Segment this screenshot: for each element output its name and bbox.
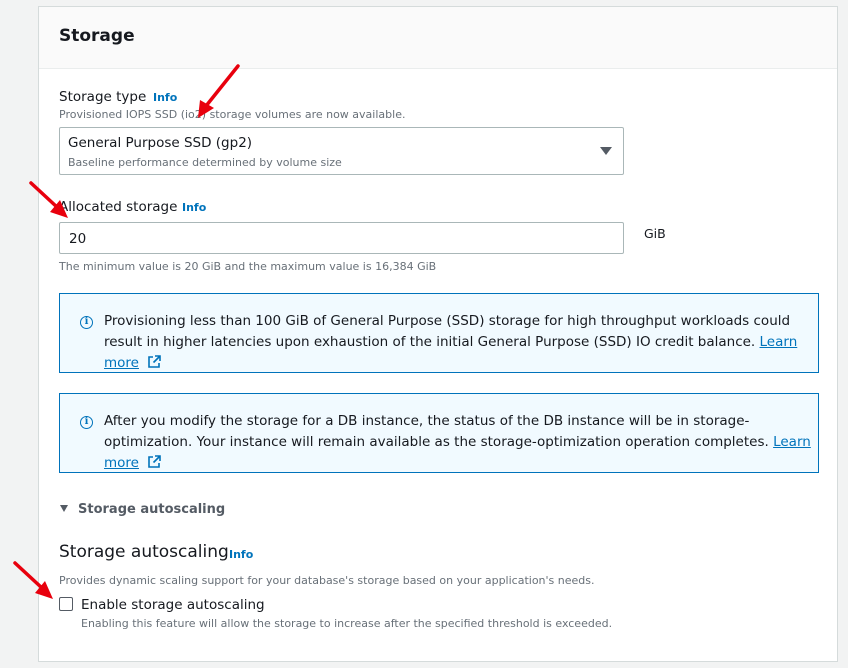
info-circle-icon: i [80, 316, 93, 329]
info-alert-throughput: i Provisioning less than 100 GiB of Gene… [59, 293, 819, 373]
enable-autoscaling-description: Enabling this feature will allow the sto… [81, 617, 613, 630]
allocated-storage-info-link[interactable]: Info [182, 201, 206, 214]
storage-panel: Storage Storage type Info Provisioned IO… [38, 6, 838, 662]
storage-type-selected-description: Baseline performance determined by volum… [68, 156, 342, 169]
storage-autoscaling-info-link[interactable]: Info [229, 548, 253, 561]
allocated-storage-unit: GiB [644, 226, 666, 241]
storage-type-label: Storage type [59, 89, 147, 105]
external-link-icon [147, 455, 162, 476]
info-circle-icon: i [80, 416, 93, 429]
panel-title: Storage [59, 26, 135, 46]
expand-triangle-icon[interactable] [60, 505, 68, 512]
storage-type-info-link[interactable]: Info [153, 91, 177, 104]
allocated-storage-input[interactable]: 20 [59, 222, 624, 254]
alert-throughput-text: Provisioning less than 100 GiB of Genera… [104, 313, 791, 350]
allocated-storage-value: 20 [69, 231, 87, 247]
storage-type-select[interactable]: General Purpose SSD (gp2) Baseline perfo… [59, 127, 624, 175]
annotation-arrow-icon [13, 561, 53, 599]
alert-optimization-text: After you modify the storage for a DB in… [104, 413, 769, 450]
storage-autoscaling-description: Provides dynamic scaling support for you… [59, 574, 595, 587]
panel-header: Storage [39, 7, 837, 69]
external-link-icon [147, 355, 162, 376]
allocated-storage-label: Allocated storage [59, 199, 178, 215]
storage-autoscaling-heading: Storage autoscaling [59, 542, 229, 562]
enable-autoscaling-checkbox[interactable] [59, 597, 73, 611]
storage-type-selected-value: General Purpose SSD (gp2) [68, 135, 253, 151]
annotation-arrow-icon [29, 181, 68, 218]
caret-down-icon [600, 147, 612, 155]
storage-autoscaling-expander[interactable]: Storage autoscaling [78, 502, 225, 517]
allocated-storage-constraint: The minimum value is 20 GiB and the maxi… [59, 260, 437, 273]
info-alert-optimization: i After you modify the storage for a DB … [59, 393, 819, 473]
enable-autoscaling-label[interactable]: Enable storage autoscaling [81, 597, 265, 613]
annotation-arrow-icon [198, 64, 240, 118]
